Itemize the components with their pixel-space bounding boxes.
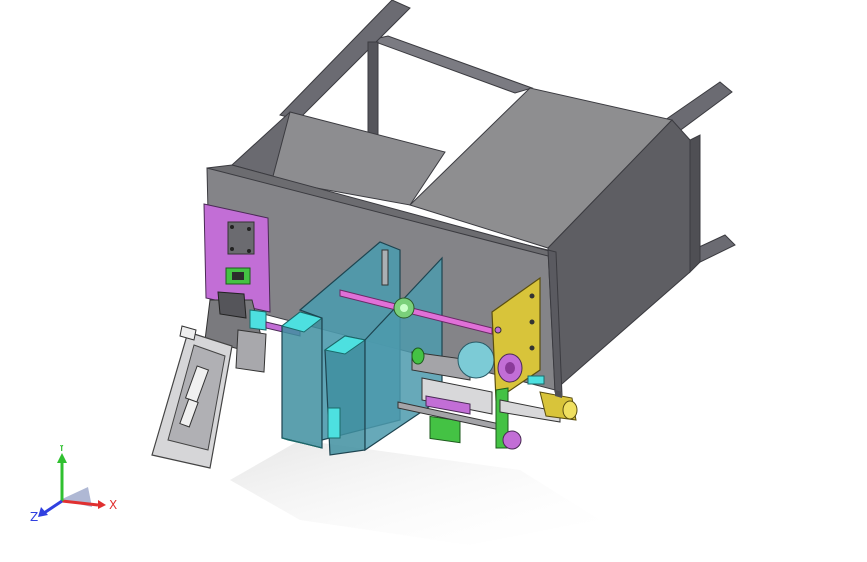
coordinate-triad: X Y Z — [30, 445, 117, 524]
feeder-mechanism[interactable] — [151, 291, 267, 469]
y-axis-label: Y — [57, 445, 66, 454]
z-axis-label: Z — [30, 510, 38, 524]
x-axis-icon — [61, 499, 99, 507]
z-axis-icon — [43, 499, 63, 515]
machine-body[interactable] — [206, 87, 701, 396]
3d-viewport[interactable] — [0, 0, 867, 562]
x-axis-label: X — [109, 498, 117, 512]
model-shadow — [230, 440, 600, 545]
